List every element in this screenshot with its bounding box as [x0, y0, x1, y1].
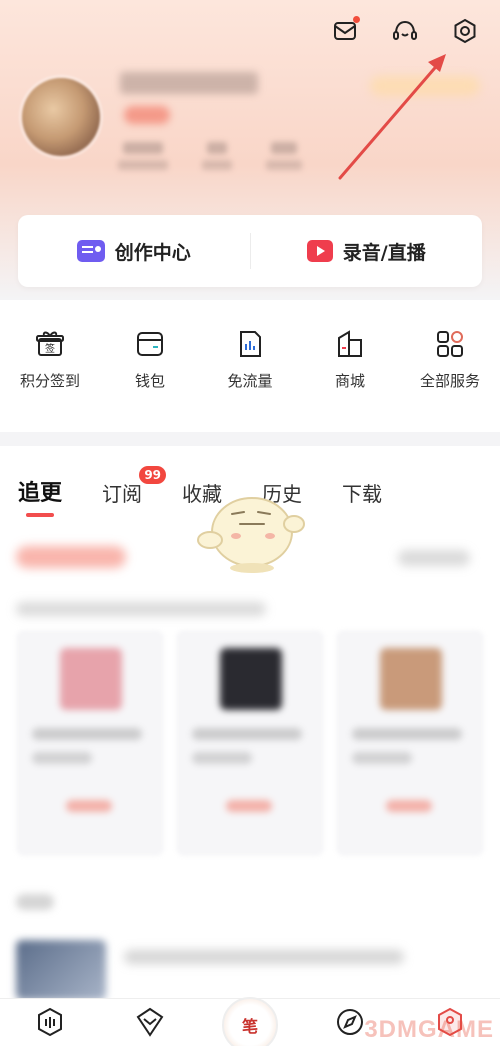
all-services-icon [437, 331, 463, 357]
service-label: 钱包 [134, 372, 165, 390]
list-title-blurred [16, 894, 54, 910]
settings-icon[interactable] [450, 16, 480, 46]
nav-center[interactable]: 笔 [220, 997, 280, 1046]
vip-icon [136, 1007, 164, 1037]
tab-downloads[interactable]: 下载 [342, 478, 382, 507]
top-icon-bar [330, 16, 480, 46]
book-card[interactable] [336, 630, 484, 856]
stat-item[interactable] [118, 142, 168, 170]
tab-subscriptions[interactable]: 订阅 99 [102, 466, 167, 507]
stat-item[interactable] [266, 142, 302, 170]
service-shortcuts: 签 积分签到 钱包 免流量 商城 全部服务 [0, 328, 500, 391]
free-data-icon [240, 331, 261, 357]
service-sign-in[interactable]: 签 积分签到 [2, 328, 98, 391]
app-root: 创作中心 录音/直播 签 积分签到 钱包 免流量 商城 全部服务 追更 订阅 9… [0, 0, 500, 1046]
center-logo: 笔 [222, 997, 278, 1046]
section-subtitle-blurred [16, 602, 266, 616]
service-label: 全部服务 [419, 372, 480, 390]
creation-center-icon [76, 240, 105, 262]
service-free-data[interactable]: 免流量 [202, 328, 298, 391]
record-live-button[interactable]: 录音/直播 [251, 215, 483, 287]
creation-center-button[interactable]: 创作中心 [18, 215, 250, 287]
record-live-label: 录音/直播 [342, 241, 426, 264]
list-item-title-blurred[interactable] [124, 950, 404, 964]
list-thumbnail-blurred[interactable] [16, 940, 106, 1000]
service-wallet[interactable]: 钱包 [102, 328, 198, 391]
wallet-icon [137, 332, 163, 356]
mascot-sticker [197, 497, 305, 573]
tab-subscriptions-label: 订阅 [102, 482, 143, 506]
recommendation-cards [16, 630, 486, 856]
book-card[interactable] [16, 630, 164, 856]
customer-service-icon[interactable] [390, 16, 420, 46]
home-icon [38, 1007, 62, 1037]
section-more-blurred[interactable] [398, 550, 470, 566]
service-label: 免流量 [227, 372, 273, 390]
section-title-blurred [16, 546, 126, 568]
create-record-bar: 创作中心 录音/直播 [18, 215, 482, 287]
nav-vip[interactable] [120, 1005, 180, 1046]
service-all[interactable]: 全部服务 [402, 328, 498, 391]
book-card[interactable] [176, 630, 324, 856]
record-live-icon [306, 240, 333, 262]
vip-banner-blurred[interactable] [370, 76, 480, 96]
creation-center-label: 创作中心 [114, 241, 191, 264]
nav-home[interactable] [20, 1005, 80, 1046]
service-shop[interactable]: 商城 [302, 328, 398, 391]
service-label: 积分签到 [19, 372, 80, 390]
tab-following[interactable]: 追更 [18, 475, 62, 517]
subscription-count-badge: 99 [139, 466, 167, 484]
stat-item[interactable] [202, 142, 232, 170]
shop-icon [338, 330, 362, 357]
service-label: 商城 [334, 372, 365, 390]
avatar[interactable] [22, 78, 100, 156]
level-badge-blurred [124, 106, 170, 124]
username-blurred[interactable] [120, 72, 258, 94]
watermark: 3DMGAME [364, 1016, 494, 1043]
mail-icon[interactable] [330, 16, 360, 46]
sign-in-gift-icon: 签 [36, 331, 64, 356]
profile-stats [118, 142, 302, 170]
discover-icon [337, 1009, 363, 1035]
sign-in-glyph: 签 [45, 342, 55, 355]
mail-unread-dot [353, 16, 360, 23]
